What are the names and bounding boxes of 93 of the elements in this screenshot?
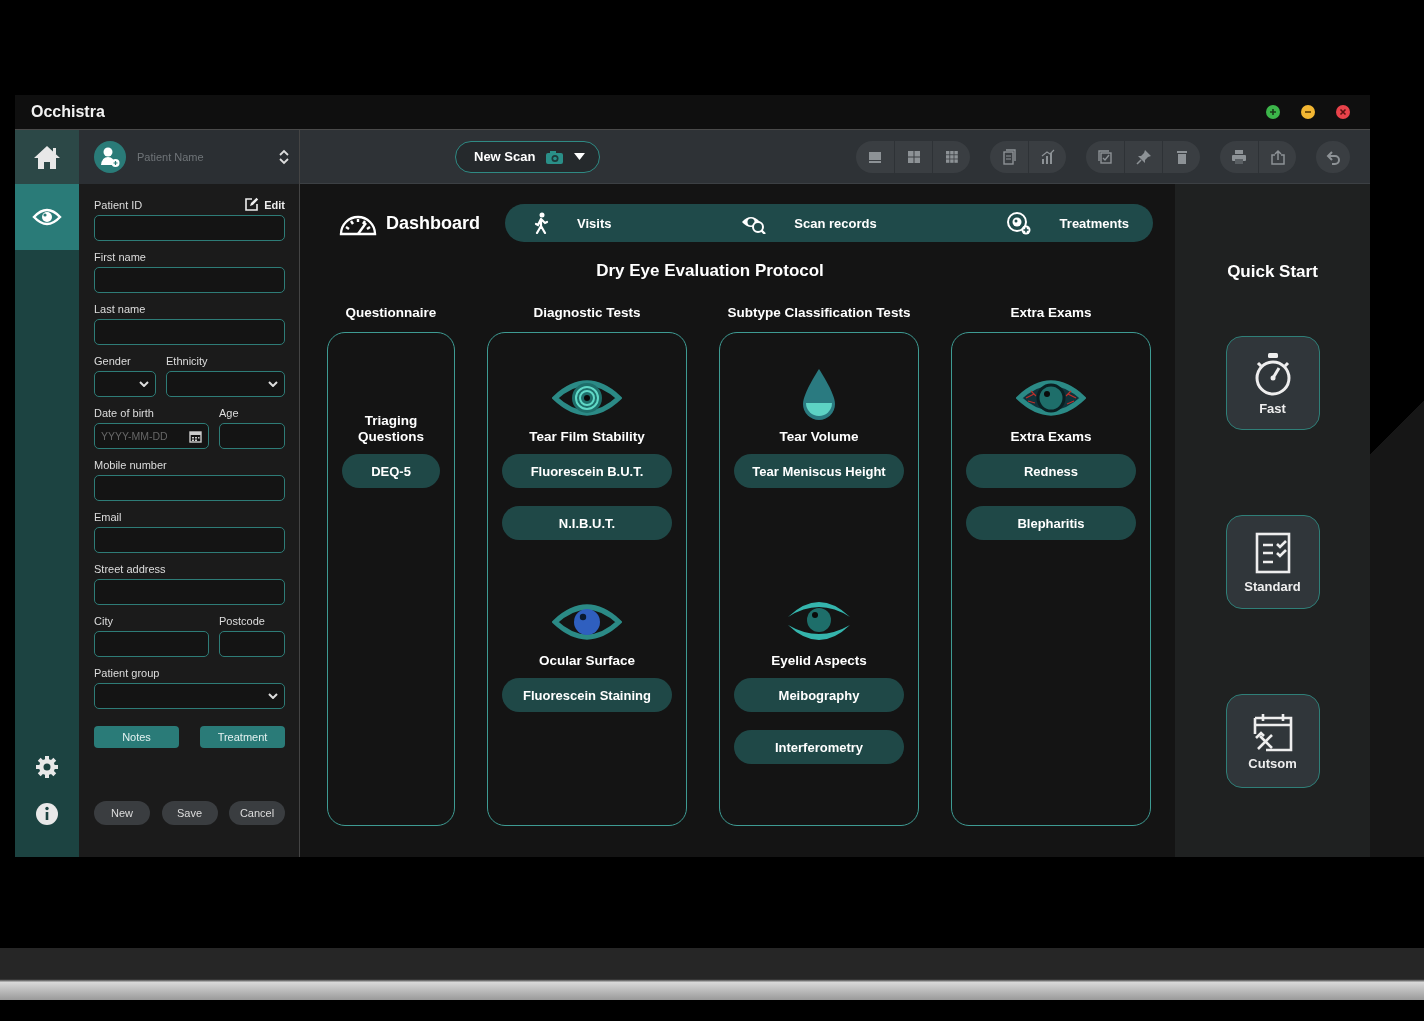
field-label: Ethnicity <box>166 354 209 368</box>
window-maximize-button[interactable] <box>1266 105 1280 119</box>
input-field[interactable] <box>219 631 285 657</box>
chevron-icon <box>139 381 149 387</box>
share-icon <box>1269 148 1286 165</box>
section-title: Triaging Questions <box>357 413 425 445</box>
column-heading: Extra Exams <box>1010 305 1092 321</box>
chevron-icon <box>268 381 278 387</box>
caret-icon <box>574 153 586 160</box>
nav-tab[interactable]: Scan records <box>734 208 883 238</box>
input-field[interactable] <box>94 475 285 501</box>
input-field[interactable] <box>94 631 209 657</box>
page-title: Dashboard <box>386 212 481 234</box>
column-heading: Subtype Classification Tests <box>727 305 911 321</box>
input-field[interactable] <box>94 319 285 345</box>
walking-person-icon <box>533 212 549 234</box>
field-label: Last name <box>94 302 147 316</box>
dropdown-field[interactable] <box>94 371 156 397</box>
checkbox-icon <box>1097 148 1113 165</box>
date-field[interactable]: YYYY-MM-DD <box>94 423 209 449</box>
section-title: Tear Film Stability <box>529 429 645 445</box>
chart-icon <box>1039 148 1056 165</box>
form-button[interactable]: New <box>94 801 150 825</box>
calendar-icon <box>189 430 202 443</box>
home-tab[interactable] <box>15 130 79 184</box>
test-button[interactable]: Tear Meniscus Height <box>734 454 904 488</box>
checklist-icon <box>1253 530 1292 575</box>
dropdown-field[interactable] <box>166 371 285 397</box>
eye-tab[interactable] <box>15 184 79 250</box>
field-label: Mobile number <box>94 458 168 472</box>
window-minimize-button[interactable] <box>1301 105 1315 119</box>
test-button[interactable]: Meibography <box>734 678 904 712</box>
nav-tab[interactable]: Visits <box>527 208 618 238</box>
window-close-button[interactable] <box>1336 105 1350 119</box>
home-icon <box>32 144 62 170</box>
input-field[interactable] <box>94 215 285 241</box>
grid-view-icon <box>905 148 922 165</box>
info-icon <box>35 801 59 826</box>
field-label: Age <box>219 406 240 420</box>
test-button[interactable]: Interferometry <box>734 730 904 764</box>
input-field[interactable] <box>219 423 285 449</box>
action-button[interactable]: Notes <box>94 726 179 748</box>
quick-start-button[interactable]: Fast <box>1225 336 1320 430</box>
section-title: Quick Start <box>1227 262 1318 282</box>
section-title: Extra Exams <box>1010 429 1092 445</box>
edit-icon <box>244 197 260 212</box>
section-title: Ocular Surface <box>538 653 635 669</box>
input-field[interactable] <box>94 579 285 605</box>
eye-plus-icon <box>1005 211 1032 235</box>
undo-icon <box>1325 148 1341 165</box>
test-button[interactable]: DEQ-5 <box>342 454 440 488</box>
avatar-icon <box>94 141 126 173</box>
test-button[interactable]: Blepharitis <box>966 506 1136 540</box>
camera-icon <box>545 149 565 164</box>
test-button[interactable]: Fluorescein Staining <box>502 678 672 712</box>
window-title: Occhistra <box>31 103 106 121</box>
edit-button[interactable]: Edit <box>244 197 285 212</box>
chevron-icon <box>268 693 278 699</box>
pin-icon <box>1135 148 1152 165</box>
input-field[interactable] <box>94 267 285 293</box>
field-label: First name <box>94 250 147 264</box>
dropdown-field[interactable] <box>94 683 285 709</box>
document-icon <box>1001 148 1017 165</box>
updown-icon <box>279 149 289 165</box>
print-icon <box>1231 148 1247 165</box>
test-button[interactable]: Fluorescein B.U.T. <box>502 454 672 488</box>
test-button[interactable]: N.I.B.U.T. <box>502 506 672 540</box>
field-label: Street address <box>94 562 167 576</box>
protocol-title: Dry Eye Evaluation Protocol <box>595 261 825 281</box>
quick-start-button[interactable]: Cutsom <box>1225 694 1320 788</box>
form-button[interactable]: Cancel <box>229 801 285 825</box>
field-label: Email <box>94 510 123 524</box>
test-button[interactable]: Redness <box>966 454 1136 488</box>
new-scan-button[interactable]: New Scan <box>455 140 601 173</box>
calendar-tools-icon <box>1251 711 1294 752</box>
section-title: Tear Volume <box>779 429 859 445</box>
eye-icon <box>32 206 62 228</box>
column-heading: Diagnostic Tests <box>533 305 641 321</box>
dense-grid-icon <box>943 148 960 165</box>
field-label: Postcode <box>219 614 266 628</box>
field-label: Gender <box>94 354 132 368</box>
action-button[interactable]: Treatment <box>200 726 285 748</box>
input-field[interactable] <box>94 527 285 553</box>
form-button[interactable]: Save <box>161 801 218 825</box>
field-label: Patient group <box>94 666 161 680</box>
section-title: Eyelid Aspects <box>771 653 867 669</box>
field-label: Date of birth <box>94 406 155 420</box>
nav-tab[interactable]: Treatments <box>999 208 1135 238</box>
field-label: Patient ID <box>94 198 143 212</box>
field-label: City <box>94 614 114 628</box>
quick-start-button[interactable]: Standard <box>1225 515 1320 609</box>
column-heading: Questionnaire <box>345 305 437 321</box>
settings-icon <box>35 754 59 779</box>
